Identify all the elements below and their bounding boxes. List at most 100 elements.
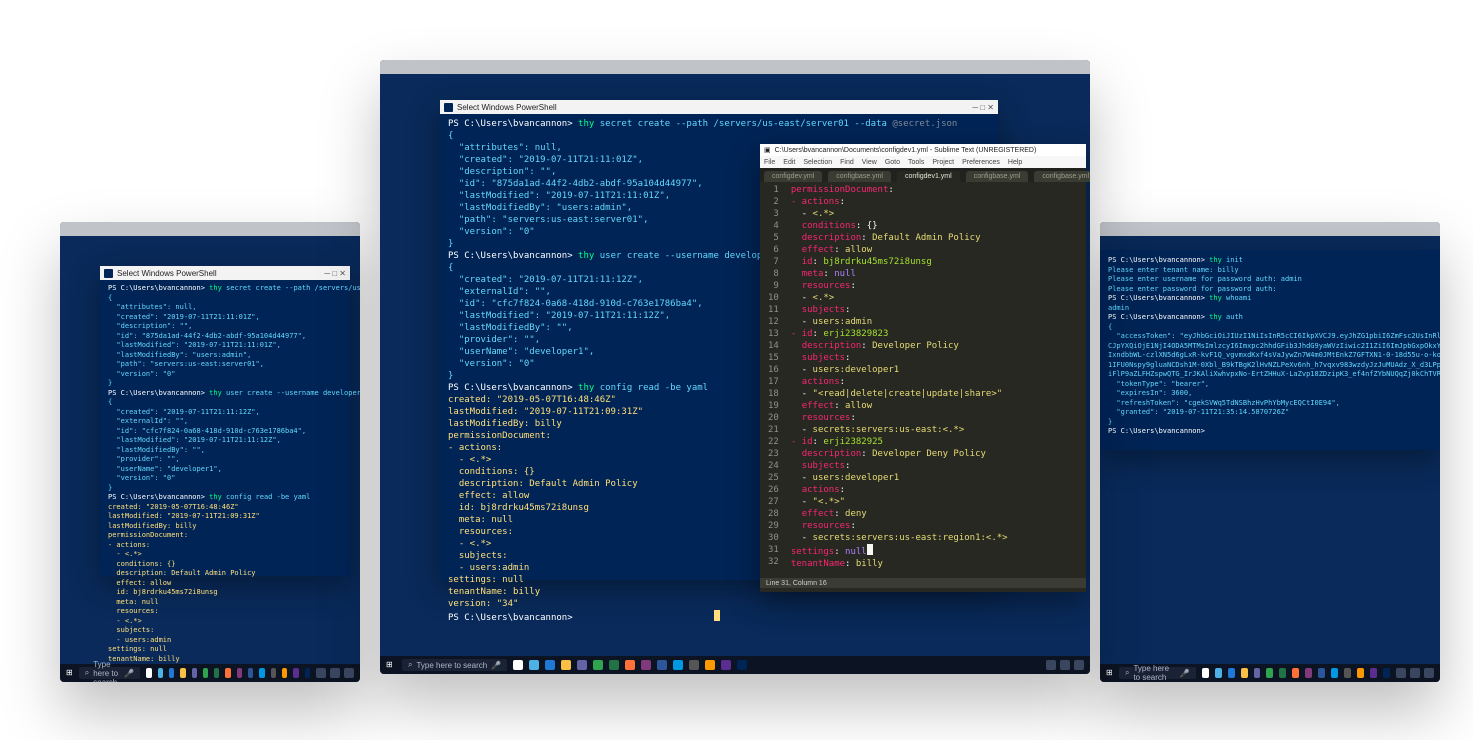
window-controls[interactable]: ─ □ ✕ [972,103,994,112]
mic-icon[interactable]: 🎤 [1180,669,1190,678]
powershell-window-left[interactable]: Select Windows PowerShell ─ □ ✕ PS C:\Us… [100,266,350,576]
teams-icon[interactable] [1254,668,1261,678]
tray-clock[interactable] [1424,668,1434,678]
sublime-menubar[interactable]: File Edit Selection Find View Goto Tools Projec… [760,156,1086,168]
vs-icon[interactable] [1370,668,1377,678]
editor-tab[interactable]: configbase.yml [1034,171,1090,182]
skype-icon[interactable] [1331,668,1338,678]
onenote-icon[interactable] [237,668,242,678]
sublime-icon[interactable] [1357,668,1364,678]
word-icon[interactable] [1318,668,1325,678]
mail-icon[interactable] [1228,668,1235,678]
editor-tab[interactable]: configdev.yml [764,171,822,182]
mail-icon[interactable] [545,660,555,670]
chrome-icon[interactable] [146,668,151,678]
start-button[interactable]: ⊞ [66,668,73,678]
editor-tab[interactable]: configbase.yml [828,171,891,182]
powershell-titlebar[interactable]: Select Windows PowerShell ─ □ ✕ [100,266,350,280]
window-controls[interactable]: ─ □ ✕ [324,269,346,278]
store-icon[interactable] [593,660,603,670]
taskbar-right[interactable]: ⊞ ⌕Type here to search🎤 [1100,664,1440,682]
skype-icon[interactable] [259,668,264,678]
store-icon[interactable] [1266,668,1273,678]
excel-icon[interactable] [214,668,219,678]
settings-icon[interactable] [1344,668,1351,678]
sublime-titlebar[interactable]: ▣ C:\Users\bvancannon\Documents\configde… [760,144,1086,156]
sublime-icon[interactable] [282,668,287,678]
files-icon[interactable] [561,660,571,670]
taskbar-middle[interactable]: ⊞ ⌕Type here to search🎤 [380,656,1090,674]
sublime-window[interactable]: ▣ C:\Users\bvancannon\Documents\configde… [760,144,1086,592]
menu-item[interactable]: Selection [803,159,832,166]
start-button[interactable]: ⊞ [1106,668,1113,678]
edge-icon[interactable] [158,668,163,678]
editor-tab[interactable]: configbase.yml [966,171,1029,182]
sublime-tabs[interactable]: configdev.yml configbase.yml configdev1.ym… [760,168,1086,182]
taskbar-search[interactable]: ⌕Type here to search🎤 [402,659,507,671]
excel-icon[interactable] [1279,668,1286,678]
edge-icon[interactable] [529,660,539,670]
firefox-icon[interactable] [1292,668,1299,678]
menu-item[interactable]: Preferences [962,159,1000,166]
settings-icon[interactable] [689,660,699,670]
word-icon[interactable] [657,660,667,670]
firefox-icon[interactable] [225,668,230,678]
vs-icon[interactable] [721,660,731,670]
excel-icon[interactable] [609,660,619,670]
tray-network-icon[interactable] [316,668,326,678]
terminal-output[interactable]: PS C:\Users\bvancannon> thy init Please … [1100,250,1440,449]
menu-item[interactable]: Goto [885,159,900,166]
sublime-editor[interactable]: 1234567891011121314151617181920212223242… [760,182,1086,578]
menu-item[interactable]: File [764,159,775,166]
tray-clock[interactable] [1074,660,1084,670]
system-tray[interactable] [1046,660,1084,670]
skype-icon[interactable] [673,660,683,670]
edge-icon[interactable] [1215,668,1222,678]
onenote-icon[interactable] [641,660,651,670]
tray-clock[interactable] [344,668,354,678]
editor-tab[interactable]: configdev1.yml [897,171,960,182]
files-icon[interactable] [180,668,185,678]
search-icon: ⌕ [85,668,89,678]
system-tray[interactable] [1396,668,1434,678]
settings-icon[interactable] [271,668,276,678]
menu-item[interactable]: View [862,159,877,166]
terminal-output[interactable]: PS C:\Users\bvancannon> thy secret creat… [100,280,350,682]
code-area[interactable]: permissionDocument: - actions: - <.*> co… [785,182,1014,578]
taskbar-search[interactable]: ⌕Type here to search🎤 [1119,667,1196,679]
menu-item[interactable]: Project [932,159,954,166]
powershell-icon[interactable] [305,668,310,678]
powershell-icon[interactable] [1383,668,1390,678]
files-icon[interactable] [1241,668,1248,678]
taskbar-search[interactable]: ⌕Type here to search🎤 [79,667,141,679]
mic-icon[interactable]: 🎤 [124,669,134,678]
chrome-icon[interactable] [1202,668,1209,678]
teams-icon[interactable] [192,668,197,678]
tray-sound-icon[interactable] [1060,660,1070,670]
start-button[interactable]: ⊞ [386,660,396,670]
menu-item[interactable]: Edit [783,159,795,166]
taskbar-left[interactable]: ⊞ ⌕Type here to search🎤 [60,664,360,682]
powershell-icon[interactable] [737,660,747,670]
mic-icon[interactable]: 🎤 [491,661,501,670]
chrome-icon[interactable] [513,660,523,670]
tray-sound-icon[interactable] [1410,668,1420,678]
menu-item[interactable]: Help [1008,159,1022,166]
tray-network-icon[interactable] [1046,660,1056,670]
store-icon[interactable] [203,668,208,678]
firefox-icon[interactable] [625,660,635,670]
teams-icon[interactable] [577,660,587,670]
menu-item[interactable]: Tools [908,159,924,166]
tray-network-icon[interactable] [1396,668,1406,678]
search-icon: ⌕ [408,660,412,670]
powershell-window-right[interactable]: PS C:\Users\bvancannon> thy init Please … [1100,250,1440,450]
word-icon[interactable] [248,668,253,678]
onenote-icon[interactable] [1305,668,1312,678]
mail-icon[interactable] [169,668,174,678]
system-tray[interactable] [316,668,354,678]
powershell-titlebar[interactable]: Select Windows PowerShell ─ □ ✕ [440,100,998,114]
tray-sound-icon[interactable] [330,668,340,678]
menu-item[interactable]: Find [840,159,854,166]
vs-icon[interactable] [293,668,298,678]
sublime-icon[interactable] [705,660,715,670]
